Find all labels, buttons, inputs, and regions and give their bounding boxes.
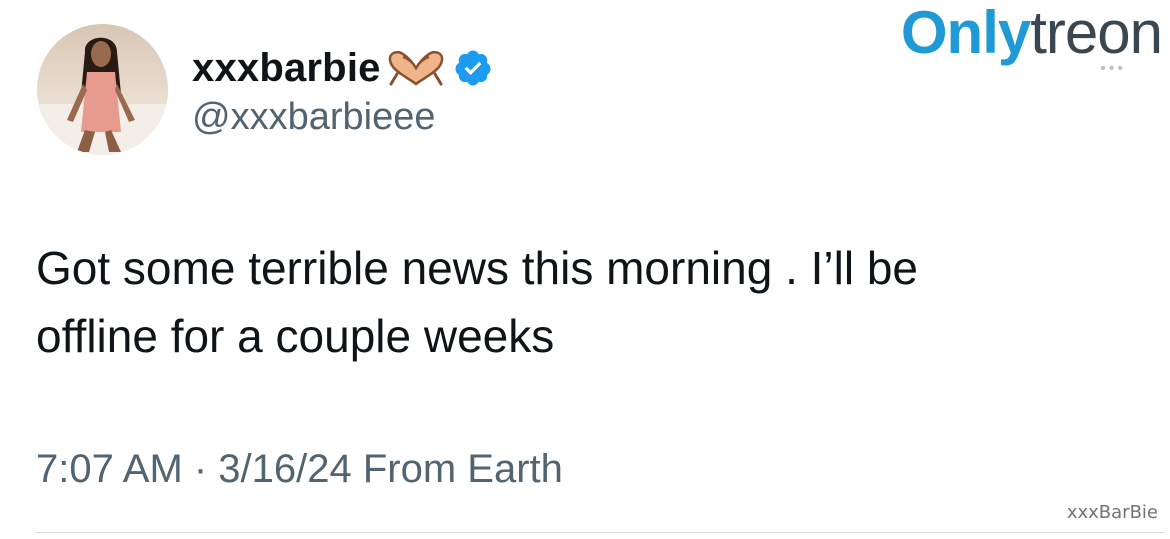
brand-watermark-part-2: treon <box>1030 0 1163 66</box>
avatar-image <box>37 24 168 155</box>
verified-badge-icon <box>453 48 493 88</box>
watermark-username: xxxBarBie <box>1066 502 1158 523</box>
avatar[interactable] <box>37 24 168 155</box>
tweet-text-line-1: Got some terrible news this morning . I’… <box>36 242 919 294</box>
author-handle[interactable]: @xxxbarbieee <box>192 96 435 139</box>
brand-watermark: Onlytreon <box>900 0 1163 67</box>
heart-hands-icon <box>385 50 447 86</box>
tweet-timestamp[interactable]: 7:07 AM · 3/16/24 From Earth <box>36 447 563 492</box>
divider <box>36 532 1164 533</box>
brand-dots: ••• <box>1100 60 1126 77</box>
brand-watermark-part-1: Only <box>900 0 1031 66</box>
tweet-text-line-2: offline for a couple weeks <box>36 310 555 362</box>
display-name[interactable]: xxxbarbie <box>192 46 381 91</box>
author-name-row[interactable]: xxxbarbie <box>192 40 493 96</box>
tweet-text: Got some terrible news this morning . I’… <box>36 234 1096 370</box>
